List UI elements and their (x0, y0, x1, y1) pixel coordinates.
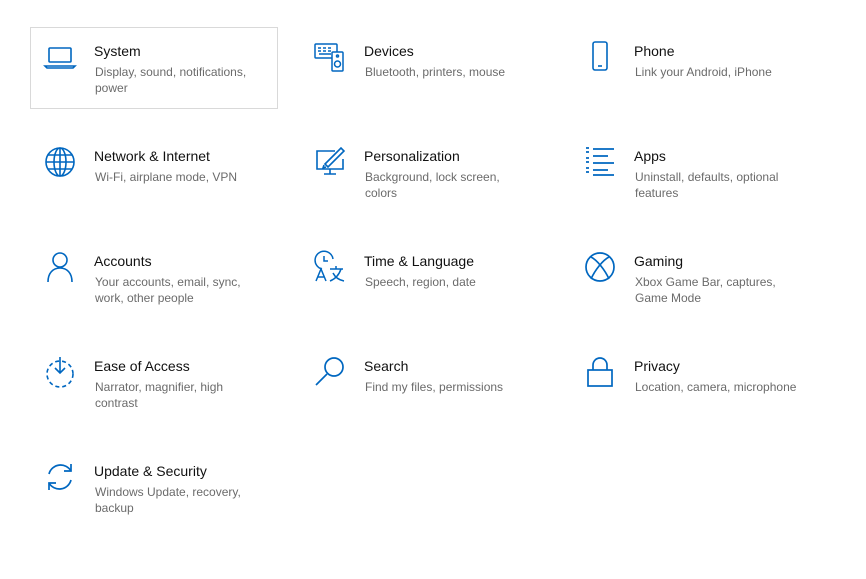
tile-gaming[interactable]: Gaming Xbox Game Bar, captures, Game Mod… (570, 237, 818, 319)
tile-title: Accounts (94, 253, 152, 269)
settings-grid: System Display, sound, notifications, po… (0, 0, 866, 579)
tile-title: Time & Language (364, 253, 474, 269)
tile-description: Speech, region, date (365, 275, 476, 289)
tile-title: System (94, 43, 141, 59)
tile-accounts[interactable]: Accounts Your accounts, email, sync, wor… (30, 237, 278, 319)
xbox-icon (583, 250, 617, 284)
tile-description: Background, lock screen, colors (365, 170, 500, 200)
tile-personalization[interactable]: Personalization Background, lock screen,… (300, 132, 548, 214)
tile-title: Personalization (364, 148, 460, 164)
tile-phone[interactable]: Phone Link your Android, iPhone (570, 27, 818, 109)
laptop-icon (43, 40, 77, 74)
tile-description: Location, camera, microphone (635, 380, 797, 394)
tile-description: Display, sound, notifications, power (95, 65, 247, 95)
tile-title: Privacy (634, 358, 680, 374)
tile-description: Link your Android, iPhone (635, 65, 772, 79)
tile-description: Narrator, magnifier, high contrast (95, 380, 224, 410)
tile-title: Apps (634, 148, 666, 164)
tile-ease-of-access[interactable]: Ease of Access Narrator, magnifier, high… (30, 342, 278, 424)
tile-privacy[interactable]: Privacy Location, camera, microphone (570, 342, 818, 424)
tile-network-internet[interactable]: Network & Internet Wi-Fi, airplane mode,… (30, 132, 278, 214)
devices-icon (313, 40, 347, 74)
tile-description: Windows Update, recovery, backup (95, 485, 241, 515)
tile-update-security[interactable]: Update & Security Windows Update, recove… (30, 447, 278, 529)
tile-devices[interactable]: Devices Bluetooth, printers, mouse (300, 27, 548, 109)
tile-apps[interactable]: Apps Uninstall, defaults, optional featu… (570, 132, 818, 214)
ease-of-access-icon (43, 355, 77, 389)
lock-icon (583, 355, 617, 389)
tile-description: Uninstall, defaults, optional features (635, 170, 779, 200)
tile-description: Find my files, permissions (365, 380, 504, 394)
tile-description: Bluetooth, printers, mouse (365, 65, 506, 79)
globe-icon (43, 145, 77, 179)
tile-search[interactable]: Search Find my files, permissions (300, 342, 548, 424)
tile-title: Phone (634, 43, 675, 59)
tile-time-language[interactable]: Time & Language Speech, region, date (300, 237, 548, 319)
tile-title: Gaming (634, 253, 684, 269)
tile-title: Devices (364, 43, 414, 59)
tile-system[interactable]: System Display, sound, notifications, po… (30, 27, 278, 109)
time-language-icon (313, 250, 347, 284)
personalization-icon (313, 145, 347, 179)
tile-description: Wi-Fi, airplane mode, VPN (95, 170, 238, 184)
apps-list-icon (583, 145, 617, 179)
person-icon (43, 250, 77, 284)
search-icon (313, 355, 347, 389)
phone-icon (583, 40, 617, 74)
tile-title: Search (364, 358, 409, 374)
tile-title: Update & Security (94, 463, 207, 479)
tile-title: Ease of Access (94, 358, 190, 374)
tile-title: Network & Internet (94, 148, 210, 164)
sync-icon (43, 460, 77, 494)
tile-description: Xbox Game Bar, captures, Game Mode (635, 275, 776, 305)
tile-description: Your accounts, email, sync, work, other … (95, 275, 241, 305)
